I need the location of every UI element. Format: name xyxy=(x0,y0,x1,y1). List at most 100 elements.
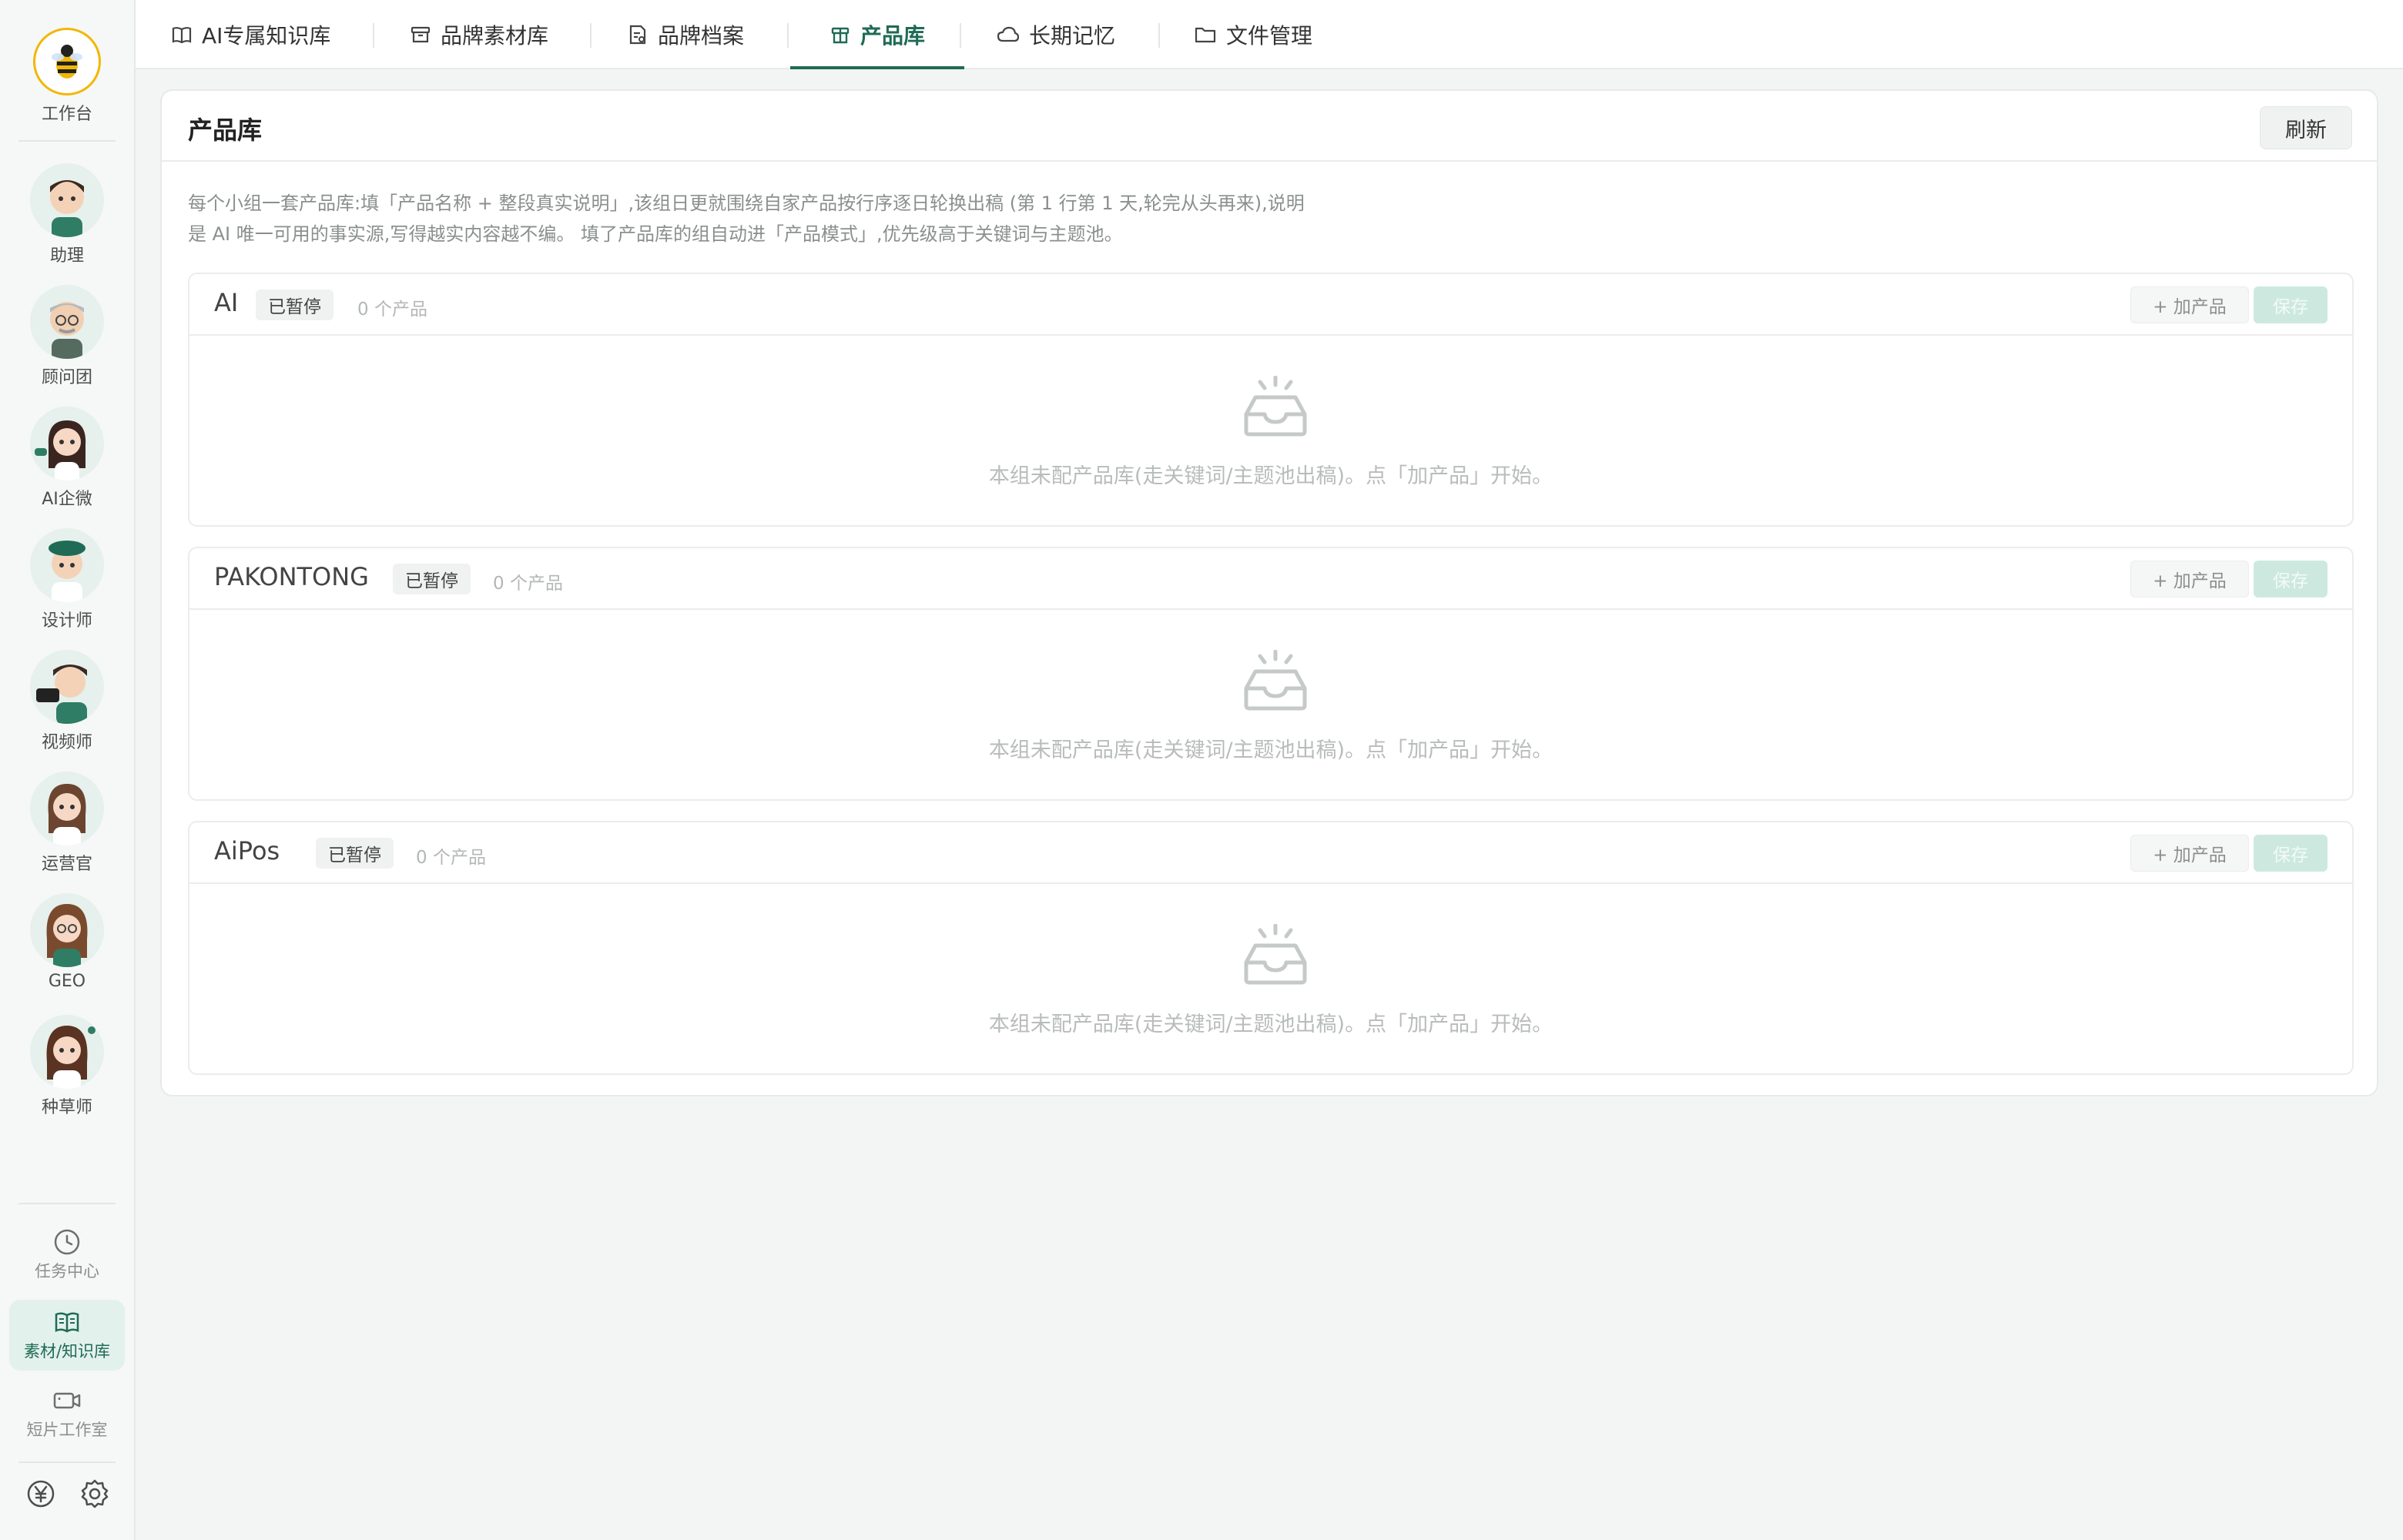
sidebar-item-task-center[interactable]: 任务中心 xyxy=(9,1220,125,1291)
empty-inbox-icon xyxy=(1244,650,1307,711)
bee-logo-icon xyxy=(33,28,101,95)
empty-state-text: 本组未配产品库(走关键词/主题池出稿)。点「加产品」开始。 xyxy=(988,738,1553,762)
group-name: AI xyxy=(214,288,239,317)
sidebar-bottom-actions xyxy=(0,1478,136,1509)
tab-product-library[interactable]: 产品库 xyxy=(790,0,964,69)
tab-label: AI专属知识库 xyxy=(202,23,331,49)
sidebar-label: 运营官 xyxy=(41,855,92,874)
tab-ai-knowledge[interactable]: AI专属知识库 xyxy=(171,0,330,69)
group-header: AiPos 已暂停 0 个产品 + 加产品 保存 xyxy=(189,822,2352,884)
operator-avatar xyxy=(30,772,104,845)
group-name: AiPos xyxy=(214,836,280,865)
sidebar-label: 任务中心 xyxy=(35,1262,99,1281)
book-icon xyxy=(172,27,192,44)
sidebar-item-advisors[interactable]: 顾问团 xyxy=(0,285,134,388)
tab-separator xyxy=(1158,23,1160,48)
sidebar-item-videographer[interactable]: 视频师 xyxy=(0,650,134,753)
sidebar-label: 种草师 xyxy=(41,1098,92,1117)
tab-label: 品牌素材库 xyxy=(441,23,549,49)
product-count: 0 个产品 xyxy=(493,574,563,594)
page-title: 产品库 xyxy=(188,116,263,145)
folder-icon xyxy=(1195,27,1216,43)
sidebar-label: GEO xyxy=(48,972,86,991)
empty-inbox-icon xyxy=(1244,924,1307,985)
sidebar: 工作台 助理 顾问团 AI企微 设计师 视频师 运营官 GEO 种草师 任务中心… xyxy=(0,0,136,1540)
sidebar-item-knowledge[interactable]: 素材/知识库 xyxy=(9,1300,125,1371)
status-badge: 已暂停 xyxy=(256,290,333,320)
tab-label: 文件管理 xyxy=(1226,23,1313,49)
sidebar-item-seeding[interactable]: 种草师 xyxy=(0,1015,134,1118)
empty-state-text: 本组未配产品库(走关键词/主题池出稿)。点「加产品」开始。 xyxy=(988,1013,1553,1036)
sidebar-label: 助理 xyxy=(49,246,84,266)
product-count: 0 个产品 xyxy=(416,848,486,868)
description-line: 每个小组一套产品库:填「产品名称 + 整段真实说明」,该组日更就围绕自家产品按行… xyxy=(188,192,1305,214)
add-product-button[interactable]: + 加产品 xyxy=(2130,835,2249,872)
geo-avatar xyxy=(30,893,104,967)
tab-label: 产品库 xyxy=(860,23,925,49)
status-badge: 已暂停 xyxy=(316,838,394,869)
product-group-aipos: AiPos 已暂停 0 个产品 + 加产品 保存 本组未配产品库(走关键词/主题… xyxy=(188,821,2354,1075)
yuan-icon[interactable] xyxy=(25,1478,56,1509)
sidebar-label: 素材/知识库 xyxy=(23,1342,111,1361)
tab-separator xyxy=(787,23,789,48)
sidebar-item-short-video-studio[interactable]: 短片工作室 xyxy=(9,1378,125,1449)
advisor-avatar xyxy=(30,285,104,359)
refresh-button[interactable]: 刷新 xyxy=(2260,106,2352,149)
gear-icon[interactable] xyxy=(79,1478,110,1509)
video-camera-icon xyxy=(53,1392,81,1409)
product-count: 0 个产品 xyxy=(357,300,427,320)
tab-label: 长期记忆 xyxy=(1029,23,1116,49)
empty-inbox-icon xyxy=(1244,376,1307,437)
product-group-pakontong: PAKONTONG 已暂停 0 个产品 + 加产品 保存 本组未配产品库(走关键… xyxy=(188,547,2354,801)
videographer-avatar xyxy=(30,650,104,724)
group-name: PAKONTONG xyxy=(214,562,369,591)
group-header: PAKONTONG 已暂停 0 个产品 + 加产品 保存 xyxy=(189,548,2352,610)
archive-icon xyxy=(411,26,431,43)
tab-separator xyxy=(960,23,961,48)
sidebar-label: 视频师 xyxy=(41,733,92,752)
product-library-card: 产品库 刷新 每个小组一套产品库:填「产品名称 + 整段真实说明」,该组日更就围… xyxy=(160,89,2378,1096)
description-line: 是 AI 唯一可用的事实源,写得越实内容越不编。 填了产品库的组自动进「产品模式… xyxy=(188,223,1123,245)
active-tab-indicator xyxy=(790,66,964,69)
sidebar-item-operator[interactable]: 运营官 xyxy=(0,772,134,875)
seeding-avatar xyxy=(30,1015,104,1089)
sidebar-item-designer[interactable]: 设计师 xyxy=(0,528,134,631)
tab-file-management[interactable]: 文件管理 xyxy=(1194,0,1312,69)
file-icon xyxy=(629,25,646,45)
card-header: 产品库 刷新 xyxy=(162,91,2377,162)
cloud-icon xyxy=(997,26,1020,42)
sidebar-divider xyxy=(18,1203,116,1204)
designer-avatar xyxy=(30,528,104,602)
clock-icon xyxy=(54,1229,80,1255)
workbench-label: 工作台 xyxy=(41,105,92,124)
sidebar-divider xyxy=(18,140,116,142)
description: 每个小组一套产品库:填「产品名称 + 整段真实说明」,该组日更就围绕自家产品按行… xyxy=(188,188,1651,249)
sidebar-item-geo[interactable]: GEO xyxy=(0,893,134,991)
group-header: AI 已暂停 0 个产品 + 加产品 保存 xyxy=(189,274,2352,336)
empty-state-text: 本组未配产品库(走关键词/主题池出稿)。点「加产品」开始。 xyxy=(988,464,1553,488)
status-badge: 已暂停 xyxy=(393,564,471,594)
add-product-button[interactable]: + 加产品 xyxy=(2130,561,2249,598)
tab-long-term-memory[interactable]: 长期记忆 xyxy=(997,0,1115,69)
sidebar-label: 短片工作室 xyxy=(26,1421,108,1439)
sidebar-label: 设计师 xyxy=(41,611,92,631)
box-icon xyxy=(831,27,850,44)
tab-separator xyxy=(590,23,592,48)
tab-brand-materials[interactable]: 品牌素材库 xyxy=(410,0,548,69)
sidebar-item-wecom[interactable]: AI企微 xyxy=(0,407,134,510)
sidebar-divider xyxy=(18,1461,116,1463)
wecom-avatar xyxy=(30,407,104,480)
add-product-button[interactable]: + 加产品 xyxy=(2130,286,2249,323)
top-tab-bar: AI专属知识库 品牌素材库 品牌档案 产品库 长期记忆 文件管理 xyxy=(136,0,2403,69)
sidebar-item-assistant[interactable]: 助理 xyxy=(0,163,134,266)
sidebar-label: 顾问团 xyxy=(41,368,92,387)
tab-brand-profile[interactable]: 品牌档案 xyxy=(627,0,744,69)
sidebar-label: AI企微 xyxy=(42,490,92,509)
book-icon xyxy=(55,1312,79,1333)
save-button[interactable]: 保存 xyxy=(2254,561,2328,598)
save-button[interactable]: 保存 xyxy=(2254,286,2328,323)
workbench-button[interactable]: 工作台 xyxy=(0,28,134,125)
tab-separator xyxy=(373,23,374,48)
tab-label: 品牌档案 xyxy=(658,23,745,49)
save-button[interactable]: 保存 xyxy=(2254,835,2328,872)
